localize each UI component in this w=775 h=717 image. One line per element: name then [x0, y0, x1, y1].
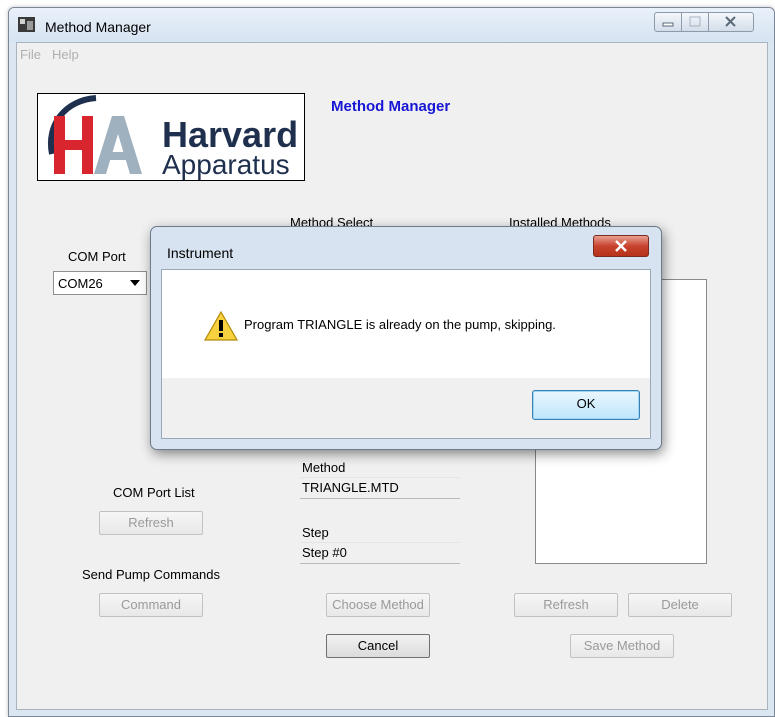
warning-icon [204, 310, 238, 341]
title-bar[interactable]: Method Manager [9, 8, 774, 42]
window-title: Method Manager [45, 19, 151, 35]
step-label: Step [302, 525, 329, 540]
dialog-title: Instrument [167, 245, 234, 261]
dialog-body: Program TRIANGLE is already on the pump,… [161, 269, 651, 439]
close-icon [725, 16, 736, 27]
command-button[interactable]: Command [99, 593, 203, 617]
dialog-message: Program TRIANGLE is already on the pump,… [244, 317, 556, 332]
com-port-value: COM26 [58, 276, 103, 291]
com-port-select[interactable]: COM26 [53, 271, 147, 295]
menu-bar: File Help [17, 43, 767, 65]
method-label: Method [302, 460, 346, 475]
page-heading: Method Manager [331, 98, 451, 115]
com-port-label: COM Port [68, 249, 126, 264]
menu-file[interactable]: File [20, 47, 41, 62]
refresh-com-button[interactable]: Refresh [99, 511, 203, 535]
app-icon [18, 17, 35, 32]
dialog-message-area: Program TRIANGLE is already on the pump,… [162, 270, 650, 378]
maximize-icon [689, 16, 701, 27]
send-pump-commands-label: Send Pump Commands [82, 567, 221, 582]
method-field: TRIANGLE.MTD [300, 477, 460, 499]
logo-text-apparatus: Apparatus [162, 149, 290, 180]
ok-button[interactable]: OK [532, 390, 640, 420]
minimize-button[interactable] [654, 12, 682, 32]
close-icon [615, 240, 627, 252]
save-method-button[interactable]: Save Method [570, 634, 674, 658]
refresh-installed-button[interactable]: Refresh [514, 593, 618, 617]
harvard-apparatus-logo: Harvard Apparatus [37, 93, 305, 181]
close-window-button[interactable] [708, 12, 754, 32]
step-field: Step #0 [300, 542, 460, 564]
instrument-dialog: Instrument Program TRIANGLE is already o… [150, 226, 662, 450]
com-port-list-label: COM Port List [113, 485, 195, 500]
menu-help[interactable]: Help [52, 47, 79, 62]
dropdown-arrow-icon [130, 280, 140, 286]
maximize-button[interactable] [681, 12, 709, 32]
minimize-icon [662, 22, 674, 27]
choose-method-button[interactable]: Choose Method [326, 593, 430, 617]
dialog-close-button[interactable] [593, 235, 649, 257]
delete-button[interactable]: Delete [628, 593, 732, 617]
cancel-button[interactable]: Cancel [326, 634, 430, 658]
logo-mark: Harvard Apparatus [47, 95, 298, 180]
